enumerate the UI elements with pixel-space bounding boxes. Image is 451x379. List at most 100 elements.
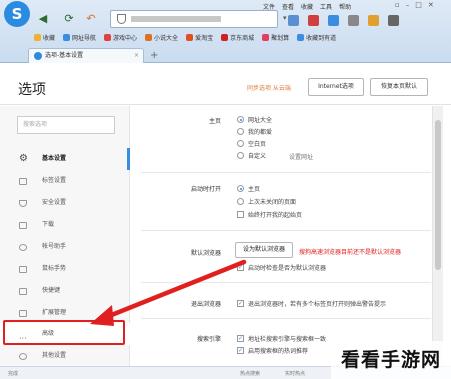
skin-icon[interactable]: ▫ xyxy=(395,1,400,9)
sidebar-item-account[interactable]: 帐号助手 xyxy=(0,236,130,258)
homepage-option[interactable]: 空白页 xyxy=(237,139,266,148)
scrollbar[interactable] xyxy=(432,106,443,371)
sidebar-item-other[interactable]: 其他设置 xyxy=(0,345,130,367)
address-dropdown-icon[interactable]: ▾ xyxy=(283,14,287,22)
tab-icon xyxy=(19,178,27,185)
toolbar-screenshot-icon[interactable] xyxy=(348,15,359,26)
site-icon xyxy=(63,34,71,41)
status-realtime[interactable]: 实时热点 xyxy=(285,370,305,377)
radio[interactable] xyxy=(237,198,244,205)
option-label: 上次未关闭的页面 xyxy=(248,199,297,206)
bookmark-item[interactable]: 收藏到有道 xyxy=(297,33,336,42)
set-url-link[interactable]: 设置网址 xyxy=(289,152,313,161)
search-checkbox[interactable]: ✓ 启用搜索框的热词推荐 xyxy=(237,346,308,355)
option-label: 主页 xyxy=(248,186,261,193)
minimize-icon[interactable]: – xyxy=(406,1,410,9)
bookmark-label: 小说大全 xyxy=(154,35,179,42)
checkbox-checked[interactable]: ✓ xyxy=(237,335,244,342)
divider xyxy=(141,318,431,319)
sidebar-item-label: 快捷键 xyxy=(42,287,61,294)
option-label: 自定义 xyxy=(248,153,267,160)
back-icon[interactable]: ◀ xyxy=(36,12,50,26)
search-checkbox[interactable]: ✓ 地址栏搜索引擎与搜索框一致 xyxy=(237,334,326,343)
tab-options[interactable]: 选项-基本设置 × xyxy=(28,48,144,63)
radio-selected[interactable] xyxy=(237,116,244,123)
homepage-option[interactable]: 我的都爱 xyxy=(237,127,272,136)
internet-options-button[interactable]: Internet选项 xyxy=(308,78,364,96)
status-hot-search[interactable]: 热点搜索 xyxy=(240,370,260,377)
close-window-icon[interactable]: ✕ xyxy=(428,1,434,9)
maximize-icon[interactable]: □ xyxy=(415,1,422,9)
homepage-label: 主页 xyxy=(208,118,221,125)
homepage-option[interactable]: 网址大全 xyxy=(237,115,272,124)
bookmark-item[interactable]: 聚划算 xyxy=(262,33,289,42)
scrollbar-thumb[interactable] xyxy=(435,120,441,270)
menu-help[interactable]: 帮助 xyxy=(339,2,351,11)
tab-title: 选项-基本设置 xyxy=(45,52,84,59)
radio-selected[interactable] xyxy=(237,185,244,192)
sidebar-item-label: 基本设置 xyxy=(42,155,67,162)
new-tab-button[interactable]: + xyxy=(150,50,158,61)
radio[interactable] xyxy=(237,152,244,159)
mouse-icon xyxy=(19,266,27,273)
menu-view[interactable]: 查看 xyxy=(282,2,294,11)
bookmark-item[interactable]: 爱淘宝 xyxy=(186,33,213,42)
menu-favorites[interactable]: 收藏 xyxy=(301,2,313,11)
startup-option[interactable]: 上次未关闭的页面 xyxy=(237,197,296,206)
watermark: 看看手游网 xyxy=(331,341,451,379)
undo-icon[interactable]: ↶ xyxy=(84,12,98,26)
window-controls: ▫ – □ ✕ xyxy=(395,1,434,9)
exit-checkbox[interactable]: ✓ 退出浏览器时，若有多个标签页打开则弹出警告提示 xyxy=(237,299,386,308)
toolbar-download-icon[interactable] xyxy=(368,15,379,26)
restore-defaults-button[interactable]: 恢复本页默认 xyxy=(370,78,428,96)
sidebar-item-label: 标签设置 xyxy=(42,177,67,184)
checkbox-checked[interactable]: ✓ xyxy=(237,300,244,307)
toolbar-translate-icon[interactable] xyxy=(328,15,339,26)
puzzle-icon xyxy=(19,310,27,317)
site-icon xyxy=(262,34,270,41)
checkbox-checked[interactable]: ✓ xyxy=(237,347,244,354)
option-label: 地址栏搜索引擎与搜索框一致 xyxy=(248,336,327,343)
bookmark-item[interactable]: 收藏 xyxy=(34,33,55,42)
default-browser-checkbox[interactable]: ✓ 启动时检查是否为默认浏览器 xyxy=(237,263,326,272)
tab-close-icon[interactable]: × xyxy=(134,49,139,63)
sogou-logo-icon: S xyxy=(4,1,30,27)
startup-checkbox[interactable]: 始终打开我的起始页 xyxy=(237,210,302,219)
checkbox[interactable] xyxy=(237,211,244,218)
menu-bar: 文件 查看 收藏 工具 帮助 xyxy=(263,2,351,11)
menu-file[interactable]: 文件 xyxy=(263,2,275,11)
toolbar-menu-icon[interactable] xyxy=(388,15,399,26)
radio[interactable] xyxy=(237,140,244,147)
sidebar-item-tabs[interactable]: 标签设置 xyxy=(0,170,130,192)
refresh-icon[interactable]: ⟳ xyxy=(62,12,76,26)
set-default-browser-button[interactable]: 设为默认浏览器 xyxy=(235,242,293,258)
sidebar-item-basic[interactable]: ⚙ 基本设置 xyxy=(0,148,130,170)
toolbar-mail-icon[interactable] xyxy=(308,15,319,26)
bookmark-item[interactable]: 网址导航 xyxy=(63,33,96,42)
address-bar[interactable] xyxy=(110,10,278,28)
sidebar-item-shortcuts[interactable]: 快捷键 xyxy=(0,280,130,302)
bookmark-label: 京东商城 xyxy=(230,35,255,42)
exit-label: 退出浏览器 xyxy=(190,301,221,308)
bookmark-item[interactable]: 京东商城 xyxy=(221,33,254,42)
radio[interactable] xyxy=(237,128,244,135)
sync-note[interactable]: 同步选项 从云端 xyxy=(247,83,291,92)
option-label: 空白页 xyxy=(248,141,267,148)
checkbox-checked[interactable]: ✓ xyxy=(237,264,244,271)
homepage-option[interactable]: 自定义 xyxy=(237,151,266,160)
menu-tools[interactable]: 工具 xyxy=(320,2,332,11)
sidebar-item-download[interactable]: 下载 xyxy=(0,214,130,236)
toolbar-icons xyxy=(288,15,399,26)
startup-option[interactable]: 主页 xyxy=(237,184,260,193)
highlight-box xyxy=(3,320,125,345)
download-icon xyxy=(19,222,27,229)
bookmarks-bar: 收藏 网址导航 游戏中心 小说大全 爱淘宝 京东商城 聚划算 收藏到有道 xyxy=(34,33,336,42)
toolbar-app-icon[interactable] xyxy=(288,15,299,26)
sidebar-item-security[interactable]: 安全设置 xyxy=(0,192,130,214)
sidebar-item-gestures[interactable]: 鼠标手势 xyxy=(0,258,130,280)
bookmark-item[interactable]: 游戏中心 xyxy=(104,33,137,42)
bookmark-item[interactable]: 小说大全 xyxy=(145,33,178,42)
bookmark-label: 收藏到有道 xyxy=(306,35,337,42)
gear-icon: ⚙ xyxy=(19,153,28,164)
sidebar-search-input[interactable]: 搜索选项 xyxy=(17,116,115,134)
